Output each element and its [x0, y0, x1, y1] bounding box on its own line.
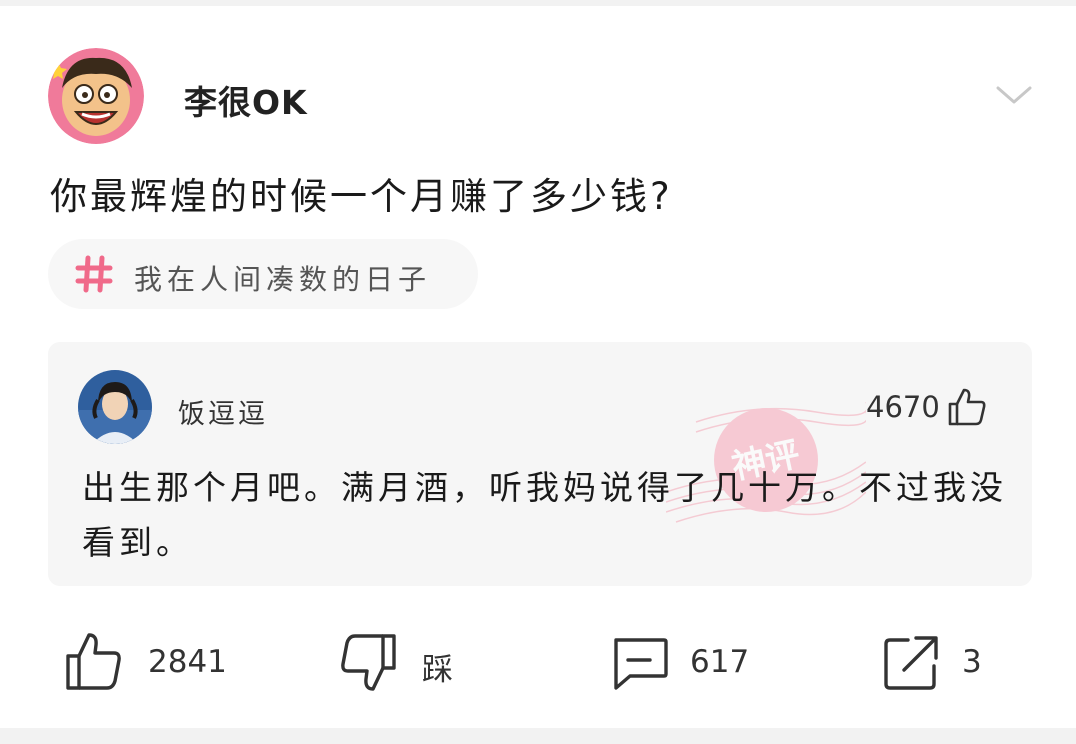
thumbs-up-icon — [66, 633, 121, 690]
comment-text: 出生那个月吧。满月酒，听我妈说得了几十万。不过我没看到。 — [82, 468, 1007, 562]
comment-count: 617 — [690, 644, 750, 680]
post-title[interactable]: 你最辉煌的时候一个月赚了多少钱? — [50, 166, 673, 220]
person-avatar-icon — [78, 370, 152, 444]
action-bar: 2841 踩 617 3 — [0, 624, 1076, 704]
thumbs-up-icon[interactable] — [946, 386, 988, 428]
dislike-button[interactable]: 踩 — [338, 624, 478, 704]
top-comment[interactable]: 神评 饭逗逗 4670 出生那个月吧。满月酒，听我妈说得了几十万。不过我没看到。 — [48, 342, 1032, 586]
like-count: 2841 — [148, 644, 227, 680]
author-name[interactable]: 李很OK — [184, 76, 308, 124]
dislike-label: 踩 — [422, 652, 453, 688]
share-count: 3 — [962, 644, 982, 680]
thumbs-down-icon — [341, 634, 396, 691]
commenter-name[interactable]: 饭逗逗 — [178, 392, 268, 431]
share-button[interactable]: 3 — [880, 624, 1000, 704]
topic-label: 我在人间凑数的日子 — [134, 263, 432, 296]
commenter-avatar[interactable] — [78, 370, 152, 444]
share-icon — [884, 636, 938, 690]
comment-like-count: 4670 — [866, 390, 940, 424]
comment-bubble-icon — [614, 638, 668, 690]
comment-button[interactable]: 617 — [610, 624, 770, 704]
like-button[interactable]: 2841 — [64, 624, 234, 704]
topic-chip[interactable]: 我在人间凑数的日子 — [48, 239, 478, 309]
author-avatar[interactable] — [48, 48, 144, 144]
post-card: 李很OK 你最辉煌的时候一个月赚了多少钱? 我在人间凑数的日子 神评 饭逗逗 4… — [0, 6, 1076, 728]
cartoon-face-icon — [48, 48, 144, 144]
hashtag-icon — [75, 255, 113, 293]
chevron-down-icon[interactable] — [994, 82, 1034, 108]
